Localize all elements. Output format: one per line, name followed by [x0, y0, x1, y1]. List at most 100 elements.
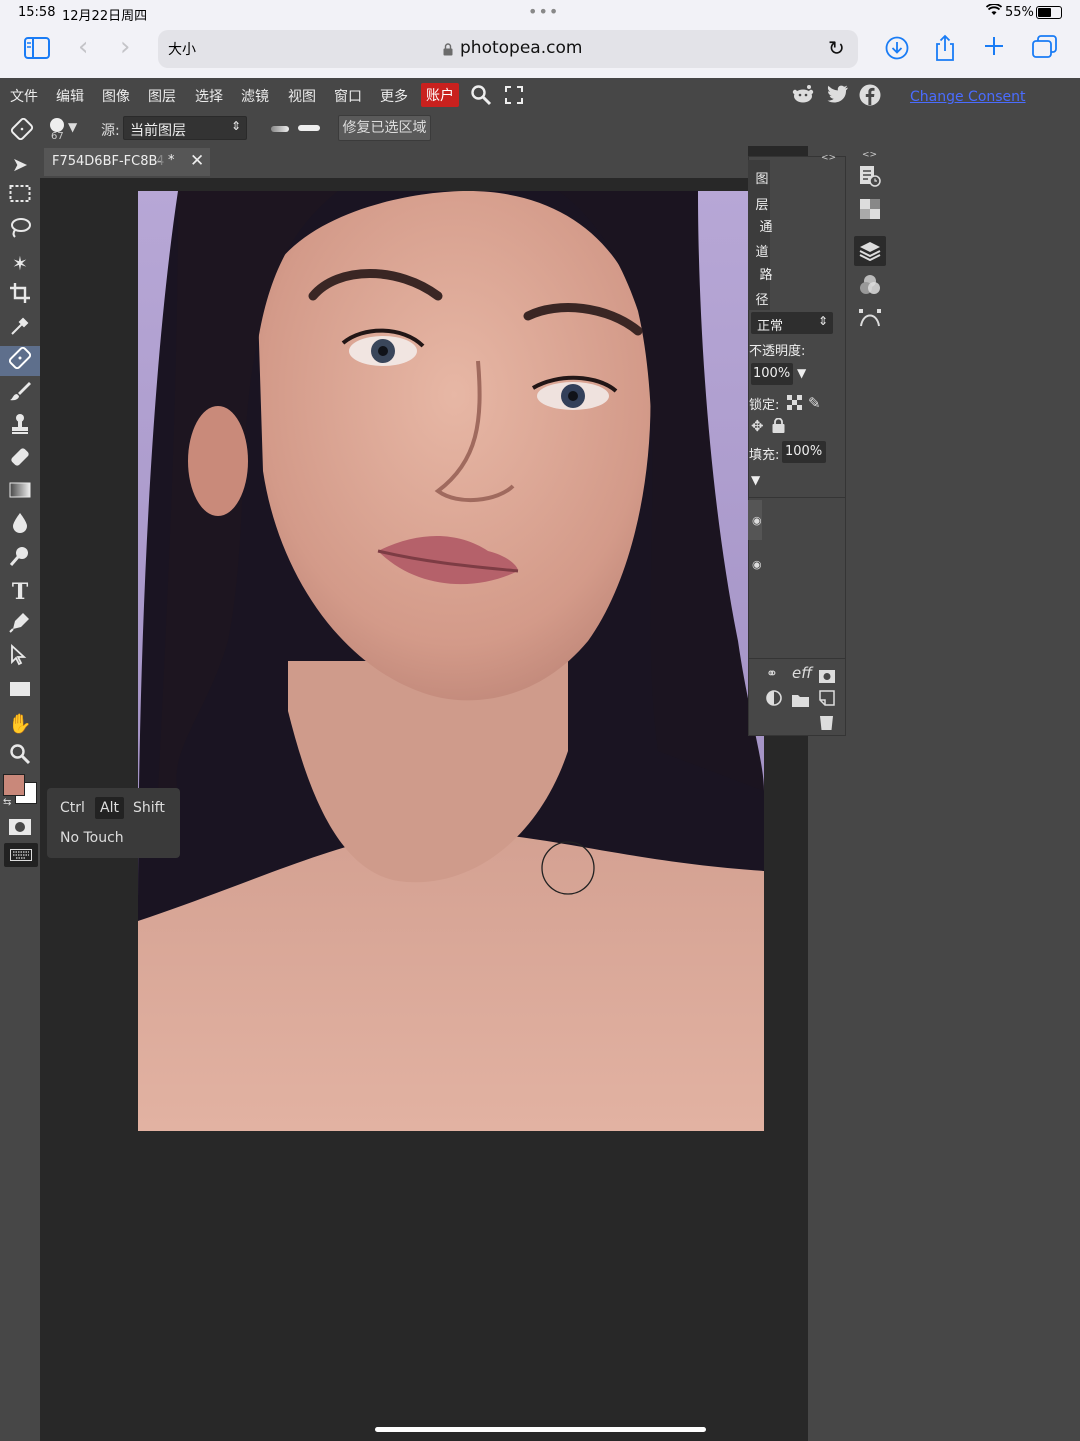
text-size-button[interactable]: 大小 — [168, 39, 196, 59]
tabs-icon[interactable] — [1032, 35, 1058, 63]
lock-transparency-icon[interactable] — [787, 395, 802, 414]
tab-paths-2[interactable]: 径 — [752, 289, 772, 308]
menu-view[interactable]: 视图 — [288, 86, 316, 106]
lock-position-icon[interactable]: ✥ — [751, 417, 764, 435]
blend-mode-select[interactable]: 正常 ⇕ — [751, 312, 833, 334]
tab-channels-2[interactable]: 道 — [752, 241, 772, 260]
type-tool-icon[interactable]: T — [6, 578, 34, 606]
collapse-panel-icon[interactable]: <> — [821, 153, 836, 163]
brush-size: 67 — [51, 131, 64, 142]
foreground-color-swatch[interactable] — [3, 774, 25, 796]
diffusion-icon[interactable] — [271, 126, 289, 132]
alt-key[interactable]: Alt — [95, 797, 124, 819]
dodge-tool-icon[interactable] — [6, 545, 34, 573]
tab-paths-1[interactable]: 路 — [756, 264, 776, 283]
forward-icon[interactable]: › — [120, 32, 130, 62]
menu-filter[interactable]: 滤镜 — [241, 86, 269, 106]
channels-panel-icon[interactable] — [859, 274, 881, 300]
facebook-icon[interactable] — [859, 84, 881, 110]
path-select-tool-icon[interactable] — [6, 643, 34, 672]
heal-selection-button[interactable]: 修复已选区域 — [338, 115, 431, 141]
home-indicator[interactable] — [375, 1427, 706, 1432]
close-tab-icon[interactable]: ✕ — [190, 151, 204, 171]
shift-key[interactable]: Shift — [133, 800, 165, 816]
rectangle-tool-icon[interactable] — [6, 677, 34, 705]
magic-wand-tool-icon[interactable]: ✶ — [6, 250, 34, 278]
change-consent-link[interactable]: Change Consent — [910, 89, 1026, 105]
collapse-strip-icon[interactable]: <> — [862, 150, 877, 160]
keyboard-button[interactable] — [4, 843, 38, 867]
tab-layers-1[interactable]: 图 — [752, 168, 772, 187]
address-bar[interactable]: 大小 photopea.com ↻ — [158, 30, 858, 68]
menu-account[interactable]: 账户 — [421, 83, 459, 107]
menu-select[interactable]: 选择 — [195, 86, 223, 106]
layer-effects-button[interactable]: eff — [792, 664, 812, 682]
delete-layer-icon[interactable] — [819, 714, 834, 734]
stamp-tool-icon[interactable] — [6, 413, 34, 441]
add-mask-icon[interactable] — [819, 668, 835, 687]
no-touch-toggle[interactable]: No Touch — [60, 830, 124, 846]
layers-panel-icon[interactable] — [854, 236, 886, 266]
blur-tool-icon[interactable] — [6, 512, 34, 540]
menu-layer[interactable]: 图层 — [148, 86, 176, 106]
eraser-tool-icon[interactable] — [6, 446, 34, 474]
sidebar-icon[interactable] — [24, 36, 50, 66]
layer-visibility-icon[interactable]: ◉ — [752, 514, 762, 527]
new-group-icon[interactable] — [792, 692, 809, 711]
healing-brush-icon[interactable] — [6, 346, 34, 375]
plus-icon[interactable] — [983, 35, 1005, 61]
menu-more[interactable]: 更多 — [380, 86, 408, 106]
menu-image[interactable]: 图像 — [102, 86, 130, 106]
new-layer-icon[interactable] — [819, 690, 835, 710]
paths-panel-icon[interactable] — [859, 308, 881, 332]
reddit-icon[interactable] — [792, 84, 814, 108]
fill-input[interactable]: 100% — [782, 441, 826, 463]
menu-window[interactable]: 窗口 — [334, 86, 362, 106]
pen-tool-icon[interactable] — [6, 611, 34, 639]
reload-icon[interactable]: ↻ — [828, 36, 845, 60]
multitask-dots-icon[interactable]: ••• — [528, 2, 559, 21]
document-tab[interactable]: F754D6BF-FC8B- 4 * ✕ — [44, 148, 210, 176]
lock-paint-icon[interactable]: ✎ — [808, 394, 821, 412]
opacity-dropdown-icon[interactable]: ▼ — [797, 366, 806, 380]
healing-brush-tool-icon[interactable] — [10, 117, 34, 144]
swap-colors-icon[interactable]: ⇆ — [3, 797, 11, 808]
eyedropper-tool-icon[interactable] — [6, 316, 34, 344]
source-select[interactable]: 当前图层 ⇕ — [123, 116, 247, 140]
crop-tool-icon[interactable] — [6, 283, 34, 311]
brush-tool-icon[interactable] — [6, 380, 34, 408]
fullscreen-icon[interactable] — [505, 86, 523, 108]
link-layers-icon[interactable]: ⚭ — [766, 666, 778, 682]
back-icon[interactable]: ‹ — [78, 32, 88, 62]
tab-channels-1[interactable]: 通 — [756, 216, 776, 235]
brush-preset-icon[interactable] — [50, 118, 64, 132]
tab-layers-2[interactable]: 层 — [752, 194, 772, 213]
hand-tool-icon[interactable]: ✋ — [6, 710, 34, 738]
twitter-icon[interactable] — [827, 85, 849, 107]
menu-edit[interactable]: 编辑 — [56, 86, 84, 106]
history-panel-icon[interactable] — [859, 165, 881, 191]
select-arrows-icon: ⇕ — [231, 119, 242, 133]
ctrl-key[interactable]: Ctrl — [60, 800, 85, 816]
menu-file[interactable]: 文件 — [10, 86, 38, 106]
layer-visibility-icon[interactable]: ◉ — [752, 558, 762, 571]
swatches-panel-icon[interactable] — [859, 198, 881, 224]
move-tool-icon[interactable]: ➤ — [6, 151, 34, 179]
lock-icon — [443, 41, 453, 60]
marquee-tool-icon[interactable] — [6, 184, 34, 212]
pressure-icon[interactable] — [298, 125, 320, 131]
url-text[interactable]: photopea.com — [460, 38, 582, 58]
gradient-tool-icon[interactable] — [6, 479, 34, 507]
share-icon[interactable] — [934, 34, 956, 66]
adjustment-layer-icon[interactable] — [766, 690, 782, 710]
download-icon[interactable] — [885, 36, 909, 64]
opacity-input[interactable]: 100% — [751, 363, 793, 385]
lasso-tool-icon[interactable] — [6, 217, 34, 245]
brush-dropdown-icon[interactable]: ▼ — [68, 120, 77, 134]
lock-all-icon[interactable] — [772, 417, 785, 437]
fill-dropdown-icon[interactable]: ▼ — [751, 473, 760, 487]
canvas-image[interactable] — [138, 191, 764, 1131]
quick-mask-icon[interactable] — [9, 819, 31, 839]
zoom-tool-icon[interactable] — [6, 743, 34, 771]
search-icon[interactable] — [470, 84, 492, 110]
